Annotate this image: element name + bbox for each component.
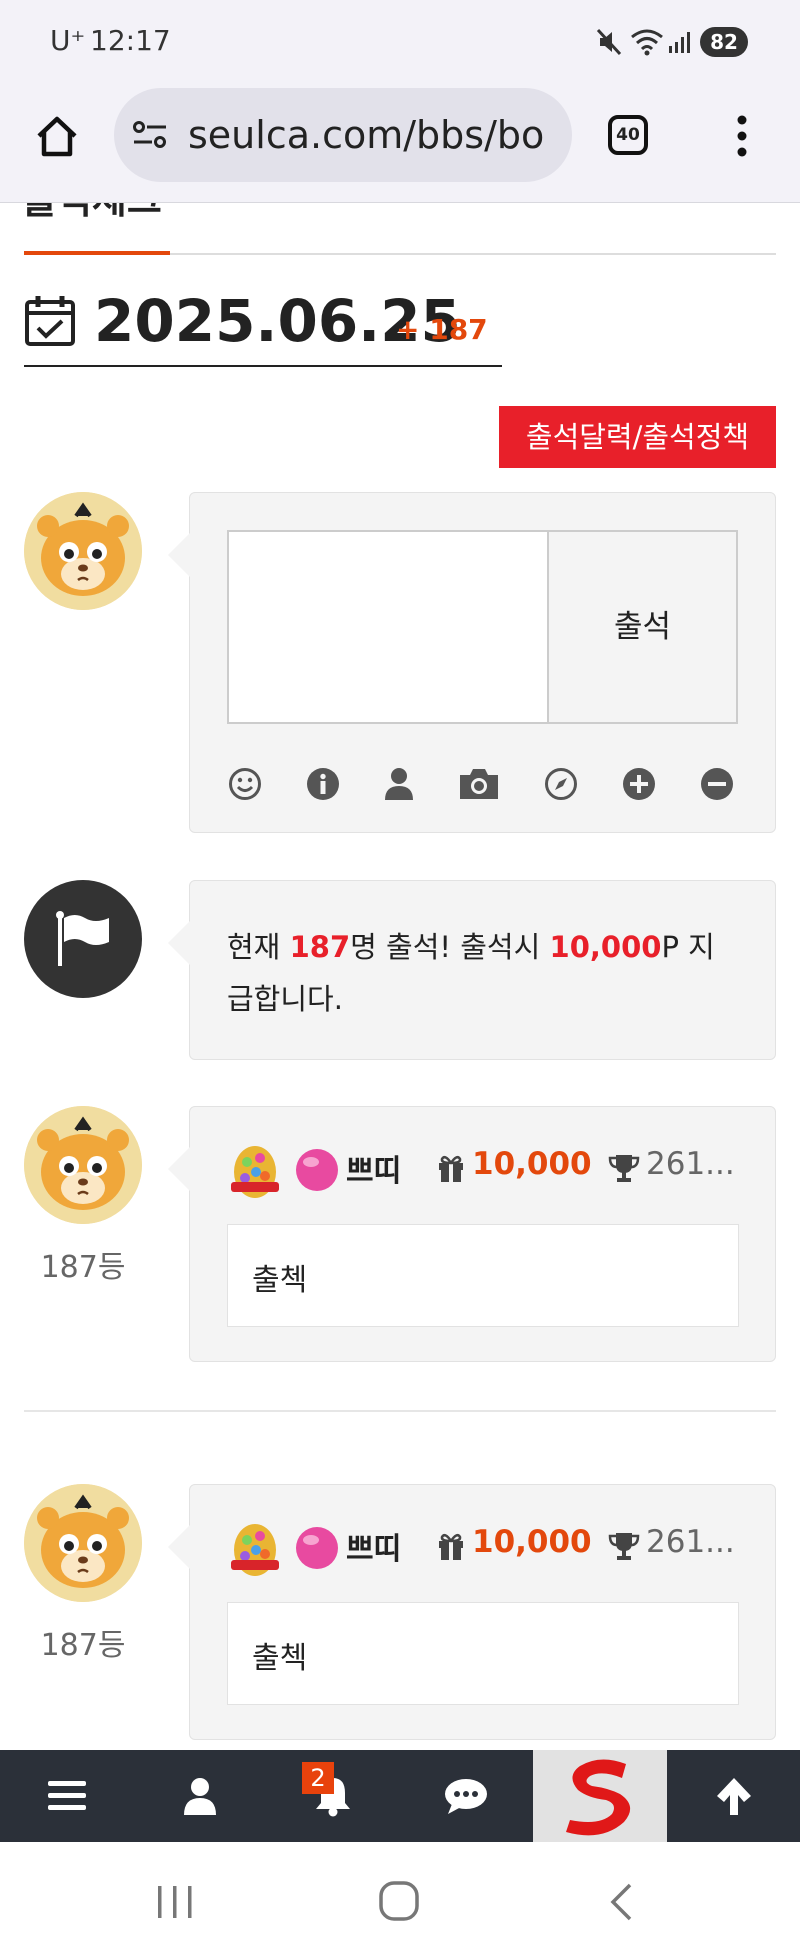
nickname[interactable]: 쁘띠 (346, 1524, 401, 1568)
entry-divider (24, 1410, 776, 1412)
back-icon[interactable] (608, 1882, 634, 1922)
candy-badge-icon (296, 1527, 338, 1569)
avatar (24, 1484, 142, 1602)
points-value: 10,000 (472, 1146, 592, 1182)
user-icon[interactable] (384, 767, 414, 801)
comment-box: 출첵 (227, 1224, 739, 1327)
points-value: 10,000 (472, 1524, 592, 1560)
clock: 12:17 (90, 24, 171, 57)
attendance-count: + 187 (396, 313, 488, 346)
tiger-avatar-icon (24, 492, 142, 610)
plus-circle-icon[interactable] (622, 767, 656, 801)
gift-icon (439, 1155, 463, 1182)
url-text[interactable]: seulca.com/bbs/bo (188, 113, 556, 157)
site-settings-icon[interactable] (132, 118, 168, 152)
card-pointer (168, 921, 190, 965)
rank-label: 187등 (40, 1250, 126, 1285)
info-icon[interactable] (306, 767, 340, 801)
system-nav-bar (0, 1842, 800, 1956)
page-content: 출석체크 2025.06.25 + 187 출석달력/출석정책 출석 (0, 203, 800, 1750)
avatar (24, 492, 142, 610)
gift-icon (439, 1533, 463, 1560)
profile-button[interactable] (133, 1750, 266, 1842)
tiger-avatar-icon (24, 1484, 142, 1602)
camera-icon[interactable] (458, 767, 500, 801)
section-title-underline (24, 251, 170, 255)
level-egg-icon (231, 1146, 279, 1198)
arrow-up-icon (716, 1778, 751, 1815)
section-title: 출석체크 (22, 203, 162, 224)
home-nav-icon[interactable] (378, 1880, 420, 1922)
rank-label: 187등 (40, 1628, 126, 1663)
hamburger-icon (47, 1781, 86, 1810)
attend-form-card: 출석 (168, 492, 776, 833)
notice-suffix: P 지 (661, 930, 715, 964)
carrier-label: U⁺ (50, 24, 86, 57)
flag-icon (56, 911, 109, 966)
mute-icon (596, 28, 622, 56)
chat-button[interactable] (399, 1750, 532, 1842)
tiger-avatar-icon (24, 1106, 142, 1224)
comment-text: 출첵 (252, 1263, 308, 1298)
nickname[interactable]: 쁘띠 (346, 1146, 401, 1190)
notice-line2: 급합니다. (227, 982, 343, 1016)
card-pointer (168, 1147, 190, 1191)
trophy-icon (608, 1533, 640, 1560)
minus-circle-icon[interactable] (700, 767, 734, 801)
comment-box: 출첵 (227, 1602, 739, 1705)
attend-comment-input[interactable] (227, 530, 549, 724)
card-pointer (168, 1525, 190, 1569)
recent-apps-icon[interactable] (155, 1884, 195, 1920)
card-pointer (168, 533, 190, 577)
attend-submit-button[interactable]: 출석 (548, 530, 738, 724)
chat-bubble-icon (444, 1779, 487, 1814)
smiley-icon[interactable] (228, 767, 262, 801)
notice-count: 187 (289, 930, 351, 964)
calendar-policy-button[interactable]: 출석달력/출석정책 (499, 406, 776, 468)
more-menu-icon[interactable] (734, 114, 750, 158)
notice-flag-badge (24, 880, 142, 998)
signal-icon (669, 32, 690, 53)
avatar (24, 1106, 142, 1224)
home-icon[interactable] (34, 114, 80, 158)
calendar-check-icon (25, 296, 75, 346)
user-icon (183, 1778, 216, 1815)
tab-switcher-button[interactable]: 40 (608, 115, 648, 155)
trophy-value: 261... (646, 1524, 735, 1560)
comment-text: 출첵 (252, 1641, 308, 1676)
notification-badge: 2 (302, 1762, 334, 1794)
trophy-value: 261... (646, 1146, 735, 1182)
menu-button[interactable] (0, 1750, 133, 1842)
site-logo-icon (566, 1759, 631, 1836)
level-egg-icon (231, 1524, 279, 1576)
notice-card: 현재 187명 출석! 출석시 10,000P 지급합니다. (168, 880, 776, 1060)
notice-text: 현재 187명 출석! 출석시 10,000P 지급합니다. (227, 921, 747, 1025)
status-bar: U⁺ 12:17 82 (0, 0, 800, 84)
scroll-top-button[interactable] (667, 1750, 800, 1842)
trophy-icon (608, 1155, 640, 1182)
attendance-entry-card: 쁘띠 10,000 261... 출첵 (168, 1484, 776, 1740)
date-underline (24, 365, 502, 367)
candy-badge-icon (296, 1149, 338, 1191)
compass-icon[interactable] (544, 767, 578, 801)
wifi-icon (631, 29, 663, 56)
site-logo-button[interactable] (533, 1750, 667, 1842)
notice-prefix: 현재 (227, 930, 290, 964)
notice-mid: 명 출석! 출석시 (350, 930, 550, 964)
battery-indicator: 82 (700, 27, 748, 57)
attendance-entry-card: 쁘띠 10,000 261... 출첵 (168, 1106, 776, 1362)
notice-points: 10,000 (549, 930, 662, 964)
